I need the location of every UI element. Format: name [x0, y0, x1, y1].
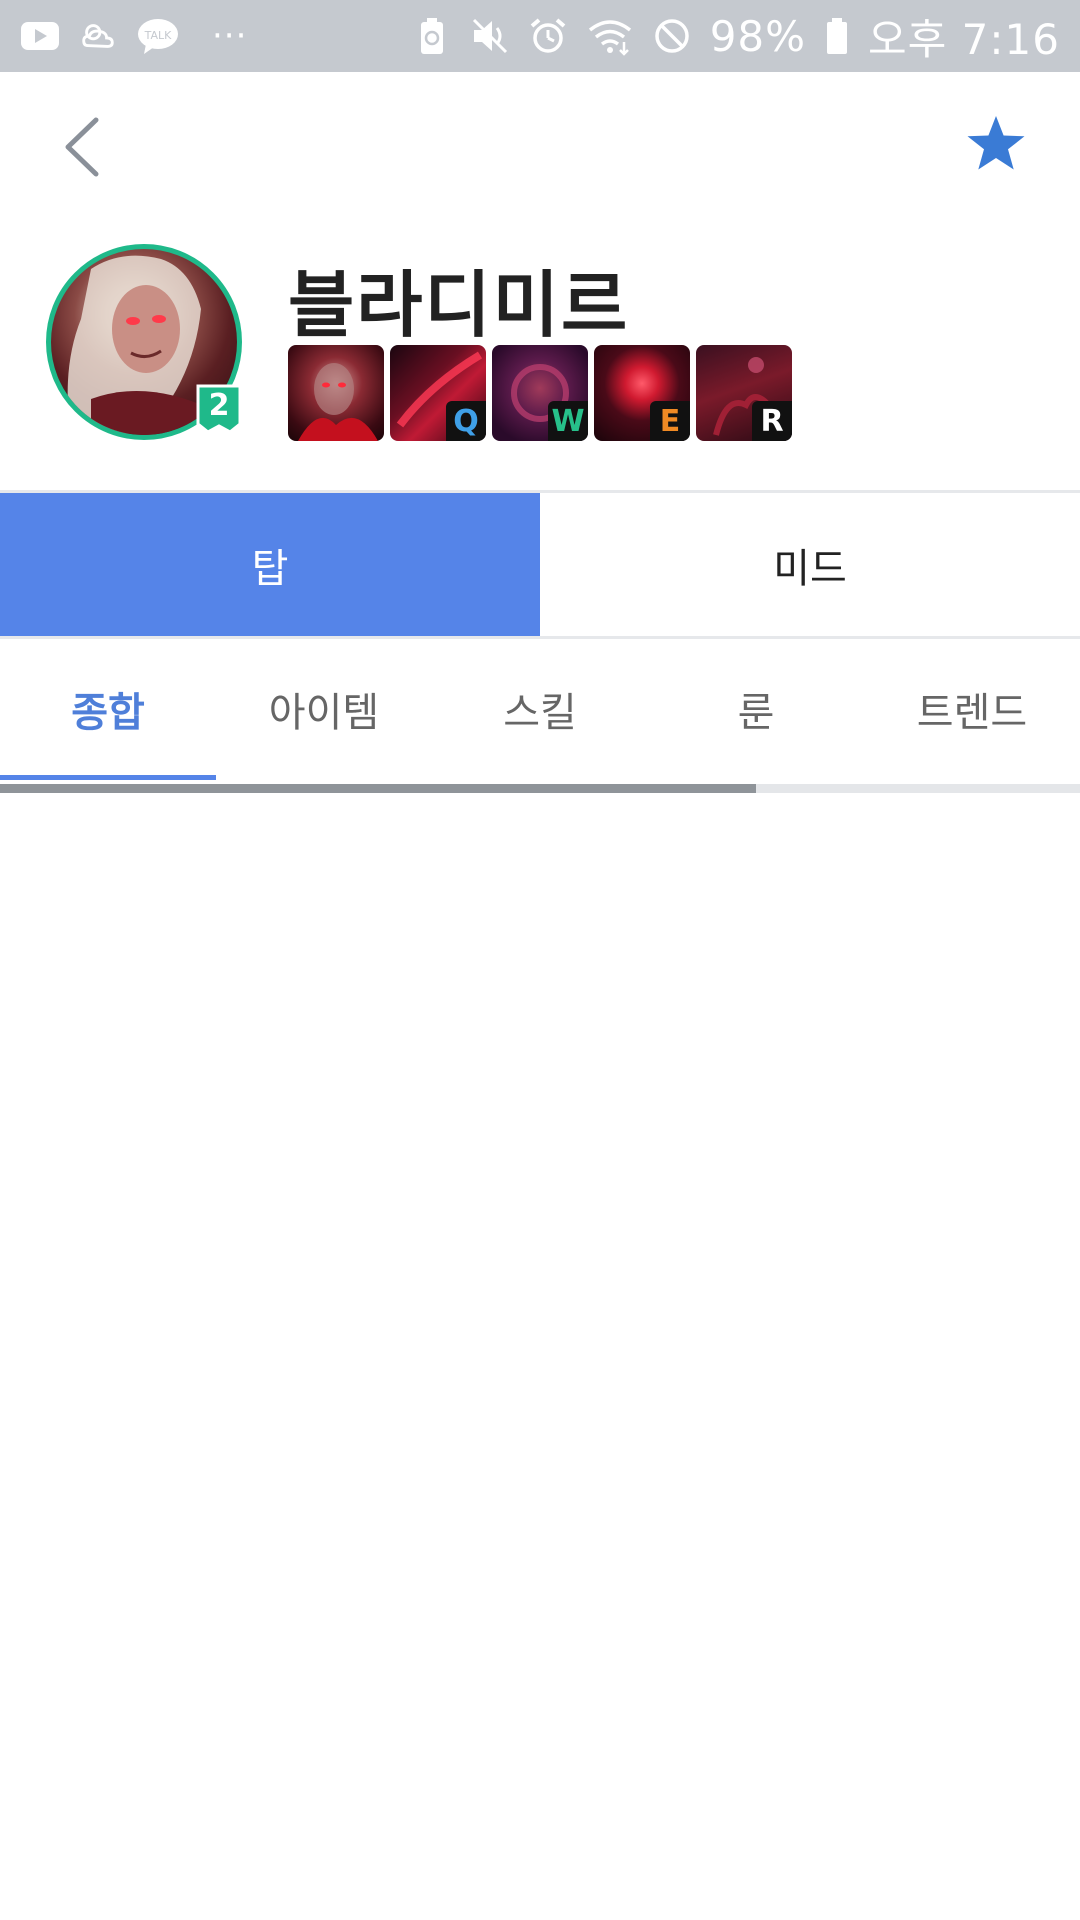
mute-icon [470, 16, 510, 56]
sub-tabs: 종합 아이템 스킬 룬 트렌드 [0, 639, 1080, 779]
tab-runes[interactable]: 룬 [648, 639, 864, 779]
clock: 오후 7:16 [868, 14, 1060, 64]
skill-list: Q W E R [288, 345, 792, 441]
champion-profile: 2 블라디미르 Q W E R [0, 230, 1080, 490]
skill-r[interactable]: R [696, 345, 792, 441]
kakaotalk-icon: TALK [136, 16, 180, 56]
skill-q-key: Q [446, 401, 486, 441]
tier-badge: 2 [196, 384, 242, 438]
youtube-icon [20, 16, 60, 56]
loading-progress-fill [0, 784, 756, 793]
status-bar-right: 98% 오후 7:16 [412, 6, 1060, 67]
tab-items[interactable]: 아이템 [216, 639, 432, 779]
tab-skills[interactable]: 스킬 [432, 639, 648, 779]
chevron-left-icon [65, 117, 99, 177]
back-button[interactable] [52, 112, 112, 182]
skill-r-key: R [752, 401, 792, 441]
skill-q[interactable]: Q [390, 345, 486, 441]
champion-name: 블라디미르 [288, 263, 630, 347]
active-tab-indicator [0, 775, 216, 780]
battery-saver-icon [412, 16, 452, 56]
position-tabs: 탑 미드 [0, 493, 1080, 636]
tier-number: 2 [208, 388, 230, 423]
kakao-label: TALK [144, 29, 173, 42]
champion-portrait: 2 [46, 244, 242, 440]
loading-progress-bar [0, 784, 1080, 793]
skill-w[interactable]: W [492, 345, 588, 441]
more-dots-icon: ··· [212, 16, 248, 56]
status-bar-left: TALK ··· [20, 16, 247, 56]
tab-top[interactable]: 탑 [0, 493, 540, 636]
battery-icon [824, 16, 850, 56]
weather-icon [78, 16, 118, 56]
favorite-button[interactable] [960, 107, 1032, 179]
wifi-icon [586, 16, 634, 56]
skill-passive[interactable] [288, 345, 384, 441]
skill-e-key: E [650, 401, 690, 441]
battery-percent: 98% [709, 11, 807, 61]
skill-e[interactable]: E [594, 345, 690, 441]
alarm-icon [528, 16, 568, 56]
content-area [0, 793, 1080, 1920]
skill-w-key: W [548, 401, 588, 441]
tab-mid[interactable]: 미드 [540, 493, 1080, 636]
tab-trends[interactable]: 트렌드 [864, 639, 1080, 779]
tab-overview[interactable]: 종합 [0, 639, 216, 779]
star-icon [967, 116, 1025, 170]
app-header [0, 72, 1080, 218]
status-bar: TALK ··· 98% 오후 7:16 [0, 0, 1080, 72]
do-not-disturb-icon [652, 16, 692, 56]
